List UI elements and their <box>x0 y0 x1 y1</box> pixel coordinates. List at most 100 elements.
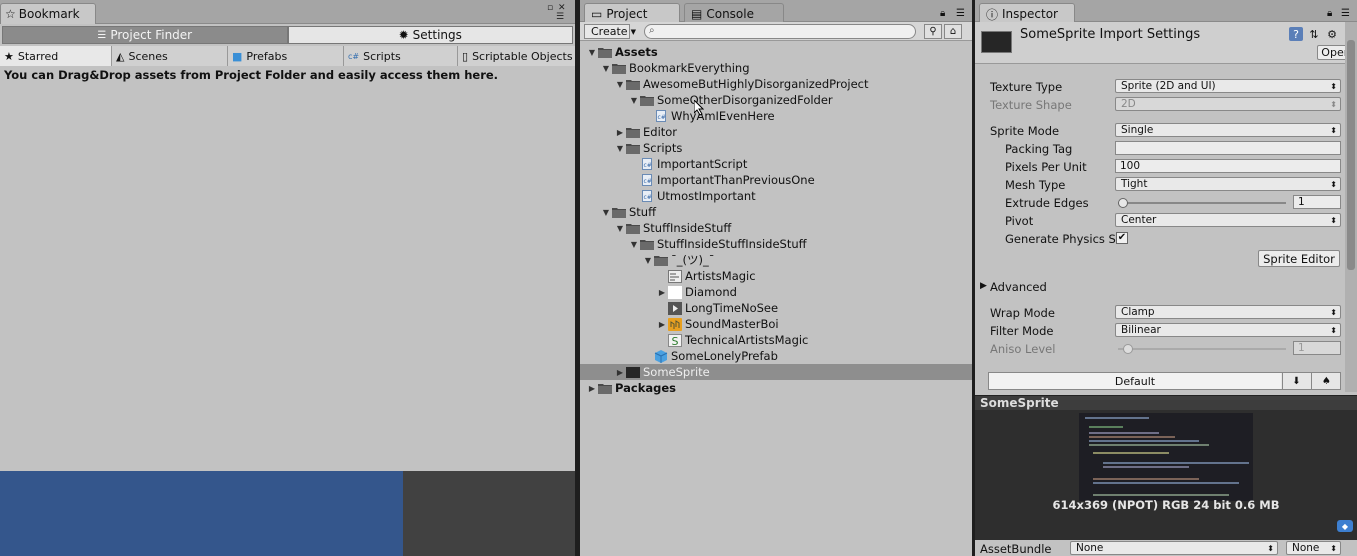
generate-physics-checkbox[interactable]: ✔ <box>1116 232 1128 244</box>
sprite-mode-dropdown[interactable]: Single <box>1115 123 1341 137</box>
platform-default-tab[interactable]: Default <box>989 373 1281 389</box>
preset-icon[interactable]: ⇅ <box>1307 27 1321 41</box>
tree-item[interactable]: LongTimeNoSee <box>580 300 972 316</box>
android-icon[interactable]: ♠ <box>1311 373 1341 389</box>
tree-item[interactable]: ▼ Assets <box>580 44 972 60</box>
mesh-type-dropdown[interactable]: Tight <box>1115 177 1341 191</box>
foldout-closed-icon[interactable]: ▶ <box>614 124 626 140</box>
inspector-scrollbar-thumb[interactable] <box>1347 40 1355 270</box>
wrap-mode-dropdown[interactable]: Clamp <box>1115 305 1341 319</box>
tree-item[interactable]: c# WhyAmIEvenHere <box>580 108 972 124</box>
create-button[interactable]: Create ▼ <box>584 24 636 39</box>
tab-scriptable-objects[interactable]: ▯ Scriptable Objects <box>458 46 575 66</box>
search-input[interactable]: ⌕ <box>644 24 916 39</box>
tree-item[interactable]: ▼ SomeOtherDisorganizedFolder <box>580 92 972 108</box>
tree-item[interactable]: ▶ SomeSprite <box>580 364 972 380</box>
tree-item[interactable]: c# ImportantThanPreviousOne <box>580 172 972 188</box>
foldout-open-icon[interactable]: ▼ <box>628 236 640 252</box>
tree-item-label: TechnicalArtistsMagic <box>685 333 809 347</box>
pivot-dropdown[interactable]: Center <box>1115 213 1341 227</box>
foldout-open-icon[interactable]: ▼ <box>642 252 654 268</box>
foldout-spacer <box>628 156 640 172</box>
svg-text:S: S <box>672 335 679 347</box>
foldout-open-icon[interactable]: ▼ <box>614 220 626 236</box>
gear-icon: ✹ <box>398 28 409 42</box>
tree-item[interactable]: ▶ Editor <box>580 124 972 140</box>
settings-button[interactable]: ✹ Settings <box>287 26 573 44</box>
extrude-slider-track[interactable] <box>1118 202 1286 204</box>
tree-item[interactable]: ▶ Diamond <box>580 284 972 300</box>
texture-type-dropdown[interactable]: Sprite (2D and UI) <box>1115 79 1341 93</box>
tree-item[interactable]: S TechnicalArtistsMagic <box>580 332 972 348</box>
tab-prefabs[interactable]: ■ Prefabs <box>228 46 344 66</box>
foldout-open-icon[interactable]: ▼ <box>600 204 612 220</box>
foldout-open-icon[interactable]: ▼ <box>586 44 598 60</box>
sprite-editor-button[interactable]: Sprite Editor <box>1258 250 1340 267</box>
extrude-slider-handle[interactable] <box>1118 198 1128 208</box>
tab-scripts[interactable]: c# Scripts <box>344 46 458 66</box>
bookmark-tab[interactable]: ☆ Bookmark <box>0 3 96 24</box>
filter-mode-dropdown[interactable]: Bilinear <box>1115 323 1341 337</box>
audio-clip-icon <box>668 317 682 331</box>
folder-icon: ▭ <box>591 7 603 21</box>
list-icon: ☰ <box>97 29 107 41</box>
tree-item[interactable]: ▶ Packages <box>580 380 972 396</box>
assetbundle-label: AssetBundle <box>980 542 1052 556</box>
window-menu-icon[interactable]: ☰ <box>956 8 965 19</box>
tree-item[interactable]: c# UtmostImportant <box>580 188 972 204</box>
script-icon: c# <box>348 51 360 61</box>
lock-icon[interactable]: 🔒︎ <box>940 8 945 19</box>
advanced-foldout[interactable]: Advanced <box>990 280 1047 294</box>
window-menu-icon[interactable]: ☰ <box>1341 8 1350 19</box>
foldout-open-icon[interactable]: ▼ <box>614 76 626 92</box>
tree-item-label: ImportantThanPreviousOne <box>657 173 815 187</box>
advanced-foldout-arrow-icon[interactable]: ▶ <box>980 281 987 291</box>
tab-starred[interactable]: ★ Starred <box>0 46 112 66</box>
pixels-per-unit-field[interactable]: 100 <box>1115 159 1341 173</box>
maximize-icon[interactable]: ▫ <box>547 3 553 13</box>
packing-tag-field[interactable] <box>1115 141 1341 155</box>
preview-info: 614x369 (NPOT) RGB 24 bit 0.6 MB <box>1052 498 1280 512</box>
tree-item[interactable]: ▼ AwesomeButHighlyDisorganizedProject <box>580 76 972 92</box>
tab-inspector[interactable]: ⓘ Inspector <box>979 3 1075 22</box>
tree-item[interactable]: ▶ SoundMasterBoi <box>580 316 972 332</box>
filter-by-label-icon[interactable]: ⌂ <box>944 24 962 39</box>
foldout-closed-icon[interactable]: ▶ <box>586 380 598 396</box>
tree-item[interactable]: ▼ Scripts <box>580 140 972 156</box>
tree-item[interactable]: ▼ Stuff <box>580 204 972 220</box>
tree-item[interactable]: c# ImportantScript <box>580 156 972 172</box>
tree-item[interactable]: ▼ BookmarkEverything <box>580 60 972 76</box>
download-icon[interactable]: ⬇ <box>1282 373 1310 389</box>
foldout-open-icon[interactable]: ▼ <box>628 92 640 108</box>
foldout-closed-icon[interactable]: ▶ <box>656 284 668 300</box>
gear-icon[interactable]: ⚙ <box>1325 27 1339 41</box>
sprite-mode-label: Sprite Mode <box>990 124 1060 138</box>
tab-scenes[interactable]: ◭ Scenes <box>112 46 228 66</box>
bookmark-mode-switch: ☰ Project Finder ✹ Settings <box>2 26 573 44</box>
assetbundle-variant-dropdown[interactable]: None <box>1286 541 1341 555</box>
tree-item-label: SoundMasterBoi <box>685 317 779 331</box>
tree-item[interactable]: ▼ StuffInsideStuff <box>580 220 972 236</box>
drag-drop-hint: You can Drag&Drop assets from Project Fo… <box>4 68 499 82</box>
help-icon[interactable]: ? <box>1289 27 1303 41</box>
tree-item-label: AwesomeButHighlyDisorganizedProject <box>643 77 869 91</box>
foldout-open-icon[interactable]: ▼ <box>600 60 612 76</box>
assetbundle-dropdown[interactable]: None <box>1070 541 1278 555</box>
tab-console[interactable]: ▤ Console <box>684 3 784 22</box>
tab-project[interactable]: ▭ Project <box>584 3 680 22</box>
filter-by-type-icon[interactable]: ⚲ <box>924 24 942 39</box>
extrude-edges-field[interactable]: 1 <box>1293 195 1341 209</box>
asset-label-icon[interactable]: ◆ <box>1337 520 1353 532</box>
tree-item[interactable]: SomeLonelyPrefab <box>580 348 972 364</box>
foldout-closed-icon[interactable]: ▶ <box>614 364 626 380</box>
tree-item[interactable]: ▼ StuffInsideStuffInsideStuff <box>580 236 972 252</box>
foldout-open-icon[interactable]: ▼ <box>614 140 626 156</box>
window-menu-icon[interactable]: ☰ <box>556 12 564 22</box>
project-finder-button[interactable]: ☰ Project Finder <box>2 26 288 44</box>
tree-item[interactable]: ArtistsMagic <box>580 268 972 284</box>
tree-item-label: BookmarkEverything <box>629 61 750 75</box>
lock-icon[interactable]: 🔒︎ <box>1327 8 1332 19</box>
foldout-closed-icon[interactable]: ▶ <box>656 316 668 332</box>
tree-item[interactable]: ▼ ¯_(ツ)_¯ <box>580 252 972 268</box>
tab-starred-label: Starred <box>17 49 59 63</box>
